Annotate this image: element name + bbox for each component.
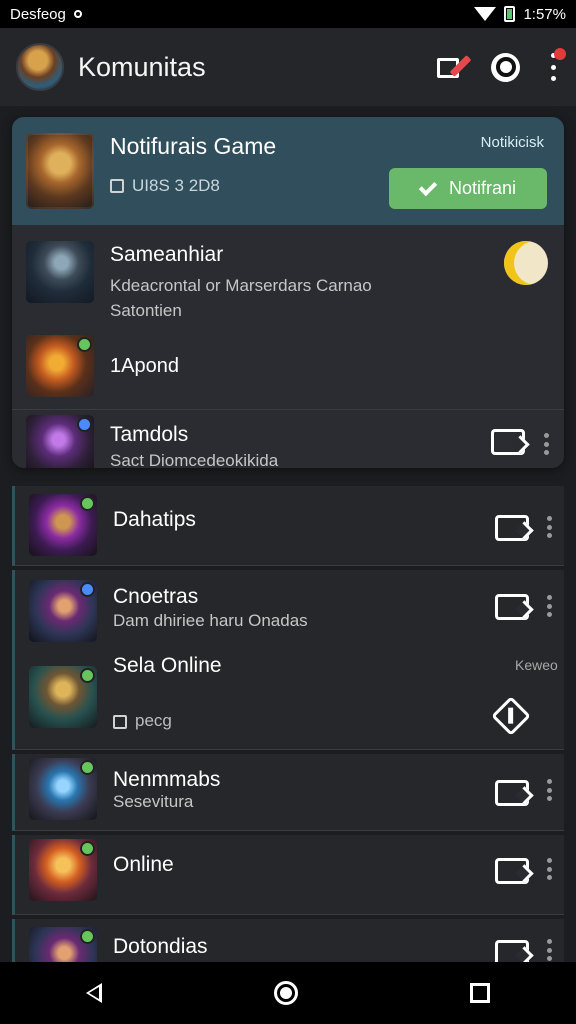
tag-icon[interactable] [495,858,529,884]
list-item-subtitle: Dam dhiriee haru Onadas [113,611,308,630]
header-actions [435,48,566,82]
tag-icon[interactable] [495,515,529,541]
online-badge-icon [77,337,92,352]
app-header: Komunitas [0,28,576,106]
game-thumbnail[interactable] [29,927,97,963]
list-item[interactable]: Nenmmabs Sesevitura [12,754,564,831]
kebab-menu-icon[interactable] [546,516,552,538]
recent-apps-icon[interactable] [470,983,490,1003]
featured-title: Notifurais Game [110,133,277,159]
kebab-menu-icon[interactable] [546,595,552,617]
home-icon[interactable] [274,981,298,1005]
list-item-subtitle-text: pecg [135,711,172,730]
list-item-title: Tamdols [110,423,189,446]
list-item-meta: Keweo [515,657,558,673]
list-item-title: Cnoetras [113,585,199,608]
list-item-title: Dotondias [113,935,208,958]
notify-button-label: Notifrani [448,178,517,198]
status-left: Desfeog [10,6,82,23]
square-icon [110,179,124,193]
tag-icon[interactable] [491,429,525,455]
featured-list: Sameanhiar Kdeacrontal or Marserdars Car… [12,225,564,468]
list-item-title: Dahatips [113,508,196,531]
list-item[interactable]: Cnoetras Dam dhiriee haru Onadas Sela On… [12,570,564,750]
notify-button[interactable]: Notifrani [389,168,547,209]
featured-header: Notifurais Game UI8S 3 2D8 Notikicisk No… [12,117,564,225]
back-icon[interactable] [86,983,102,1003]
list-item[interactable]: Online [12,835,564,915]
list-item-subtitle: Sact Diomcedeokikida [110,451,279,468]
game-thumbnail[interactable] [29,494,97,556]
list-item-title: Online [113,853,174,876]
avatar[interactable] [16,43,64,91]
featured-subtitle-text: UI8S 3 2D8 [132,176,220,195]
list-item-subtitle: pecg [113,711,172,731]
game-thumbnail[interactable] [26,241,94,303]
more-icon[interactable] [546,48,566,81]
game-thumbnail[interactable] [26,415,94,468]
list-item-subtitle: Satontien [110,301,182,320]
wifi-icon [474,7,497,21]
notification-dot-icon [73,10,82,18]
featured-subtitle: UI8S 3 2D8 [110,176,220,196]
list-item-title: 1Apond [110,355,179,377]
status-bar: Desfeog 1:57% [0,0,576,28]
battery-icon [504,6,516,22]
kebab-menu-icon[interactable] [546,939,552,961]
online-badge-icon [80,760,95,775]
list-item-title: Nenmmabs [113,768,221,791]
tag-icon[interactable] [495,594,529,620]
toggle-icon[interactable] [504,241,548,285]
list-item-subtitle: Sesevitura [113,792,194,811]
status-time: 1:57% [523,5,566,23]
status-right: 1:57% [474,6,566,23]
game-thumbnail[interactable] [29,666,97,728]
badge-icon [77,417,92,432]
game-thumbnail[interactable] [26,335,94,397]
online-badge-icon [80,929,95,944]
tag-icon[interactable] [495,780,529,806]
featured-game-thumbnail[interactable] [26,133,94,209]
featured-notification-card: Notifurais Game UI8S 3 2D8 Notikicisk No… [12,117,564,468]
page-title: Komunitas [78,51,206,82]
diamond-icon[interactable] [491,696,531,736]
online-badge-icon [80,841,95,856]
game-thumbnail[interactable] [29,580,97,642]
game-thumbnail[interactable] [29,839,97,901]
kebab-menu-icon[interactable] [546,858,552,880]
online-badge-icon [80,668,95,683]
divider [12,409,564,410]
featured-badge-label: Notikicisk [480,134,544,151]
online-badge-icon [80,496,95,511]
edit-icon[interactable] [435,52,472,82]
android-navigation-bar [0,962,576,1024]
list-item-title: Sameanhiar [110,243,224,266]
list-item[interactable]: Dotondias [12,919,564,964]
ring-icon[interactable] [491,52,520,82]
square-icon [113,714,127,729]
list-item[interactable]: Dahatips [12,486,564,566]
list-item-subtitle: Kdeacrontal or Marserdars Carnao [110,276,372,295]
tag-icon[interactable] [495,940,529,963]
carrier-label: Desfeog [10,5,66,23]
kebab-menu-icon[interactable] [546,779,552,801]
game-thumbnail[interactable] [29,758,97,820]
check-icon [418,177,438,196]
kebab-menu-icon[interactable] [543,433,549,455]
list-item-title: Sela Online [113,654,222,677]
badge-icon [80,582,95,597]
